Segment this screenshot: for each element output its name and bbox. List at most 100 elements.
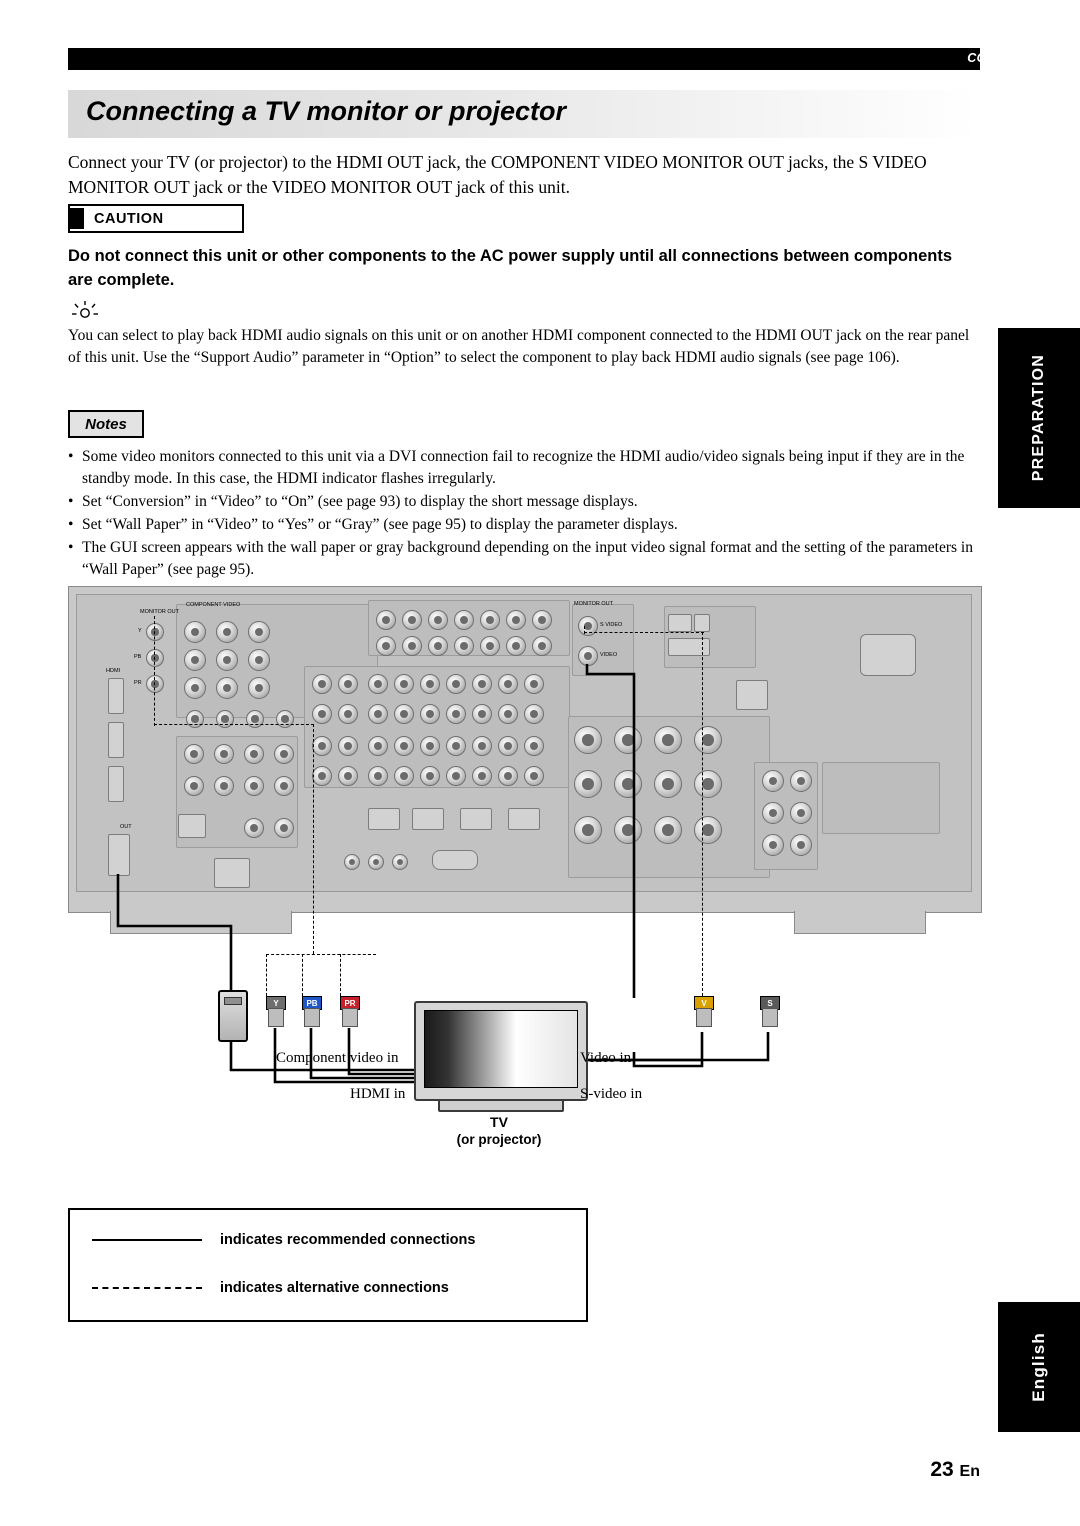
- component-y-label: Y: [138, 628, 142, 634]
- svideo-cable-run: [584, 632, 704, 633]
- jack-generic: [420, 736, 440, 756]
- jack-generic: [394, 704, 414, 724]
- speaker-terminal: [654, 726, 682, 754]
- video-label: VIDEO: [600, 652, 618, 658]
- jack-component: [248, 649, 270, 671]
- jack-generic: [506, 610, 526, 630]
- jack-generic: [244, 744, 264, 764]
- hdmi-connector: [108, 722, 124, 758]
- section-label: CONNECTIONS: [967, 51, 1064, 65]
- caution-body: Do not connect this unit or other compon…: [68, 247, 953, 289]
- jack-component-monitor-y: [146, 623, 164, 641]
- jack-generic: [480, 636, 500, 656]
- header-bar: [68, 48, 980, 70]
- jack-generic: [454, 610, 474, 630]
- jack-generic: [244, 818, 264, 838]
- jack-generic: [498, 674, 518, 694]
- jack-generic: [498, 704, 518, 724]
- jack-generic: [274, 744, 294, 764]
- notes-badge: Notes: [68, 410, 144, 438]
- jack-generic: [420, 766, 440, 786]
- svideo-cable-down: [702, 632, 703, 996]
- component-cable-vertical: [154, 616, 155, 726]
- jack-generic: [338, 766, 358, 786]
- speaker-terminal: [694, 770, 722, 798]
- speaker-terminal: [654, 816, 682, 844]
- component-video-label: COMPONENT VIDEO: [186, 602, 241, 608]
- jack-component: [184, 649, 206, 671]
- jack-generic: [184, 776, 204, 796]
- binding-post: [762, 802, 784, 824]
- plug-body-pb: [304, 1008, 320, 1027]
- jack-generic: [532, 610, 552, 630]
- jack-generic: [446, 766, 466, 786]
- bus-connector: [368, 808, 400, 830]
- plug-body-pr: [342, 1008, 358, 1027]
- jack-generic: [368, 704, 388, 724]
- speaker-terminal: [614, 816, 642, 844]
- hdmi-cable-plug: [218, 990, 248, 1042]
- jack-generic: [446, 674, 466, 694]
- component-pb-label: PB: [134, 654, 142, 660]
- jack-generic: [498, 766, 518, 786]
- plug-label-pr: PR: [344, 998, 356, 1008]
- list-item: The GUI screen appears with the wall pap…: [68, 537, 976, 581]
- list-item: Set “Conversion” in “Video” to “On” (see…: [68, 491, 976, 513]
- plug-label-s: S: [767, 998, 773, 1008]
- speaker-terminal: [574, 816, 602, 844]
- terminal-block: [214, 858, 250, 888]
- tip-icon: [72, 301, 98, 318]
- component-cable-y: [266, 954, 267, 996]
- side-tab-english: English: [998, 1302, 1080, 1432]
- jack-generic: [368, 766, 388, 786]
- label-hdmi-in: HDMI in: [350, 1086, 406, 1102]
- jack-component-row2: [276, 710, 294, 728]
- plug-label-pb: PB: [306, 998, 318, 1008]
- tv-label: TV: [490, 1114, 508, 1130]
- plug-body-video: [696, 1008, 712, 1027]
- notes-label: Notes: [85, 415, 127, 433]
- jack-video-monitor-out: [578, 646, 598, 666]
- jack-generic: [312, 704, 332, 724]
- side-tab-english-label: English: [1029, 1332, 1048, 1402]
- video-monitor-out-block: [572, 604, 634, 676]
- jack-generic: [244, 776, 264, 796]
- jack-generic: [472, 766, 492, 786]
- jack-generic: [376, 610, 396, 630]
- jack-generic: [524, 674, 544, 694]
- jack-generic: [524, 736, 544, 756]
- label-video-in: Video in: [580, 1050, 632, 1066]
- jack-component: [248, 677, 270, 699]
- jack-generic: [368, 674, 388, 694]
- legend-solid-line-icon: [92, 1238, 202, 1242]
- jack-generic: [446, 736, 466, 756]
- ac-inlet: [860, 634, 916, 676]
- jack-generic: [274, 818, 294, 838]
- hdmi-connector: [108, 678, 124, 714]
- component-cable-horizontal: [154, 724, 314, 725]
- plug-label-v: V: [701, 998, 707, 1008]
- speaker-terminal: [614, 770, 642, 798]
- jack-component-row2: [186, 710, 204, 728]
- bus-connector: [460, 808, 492, 830]
- jack-generic: [472, 704, 492, 724]
- tv-screen: [424, 1010, 578, 1088]
- ac-outlet-block: [822, 762, 940, 834]
- jack-component-row2: [246, 710, 264, 728]
- jack-generic: [472, 674, 492, 694]
- jack-generic: [532, 636, 552, 656]
- jack-generic: [312, 736, 332, 756]
- video-monitor-out-label: MONITOR OUT: [574, 601, 614, 607]
- tv-sub-label: (or projector): [456, 1132, 542, 1147]
- caution-bar-icon: [70, 208, 84, 229]
- jack-generic: [394, 674, 414, 694]
- jack-component-monitor-pb: [146, 649, 164, 667]
- jack-component: [216, 649, 238, 671]
- dsub-connector: [432, 850, 478, 870]
- jack-component: [216, 621, 238, 643]
- speaker-terminal: [614, 726, 642, 754]
- bus-connector: [412, 808, 444, 830]
- page-number-value: 23: [930, 1458, 954, 1481]
- hdmi-connector: [108, 766, 124, 802]
- tip-paragraph: You can select to play back HDMI audio s…: [68, 327, 970, 366]
